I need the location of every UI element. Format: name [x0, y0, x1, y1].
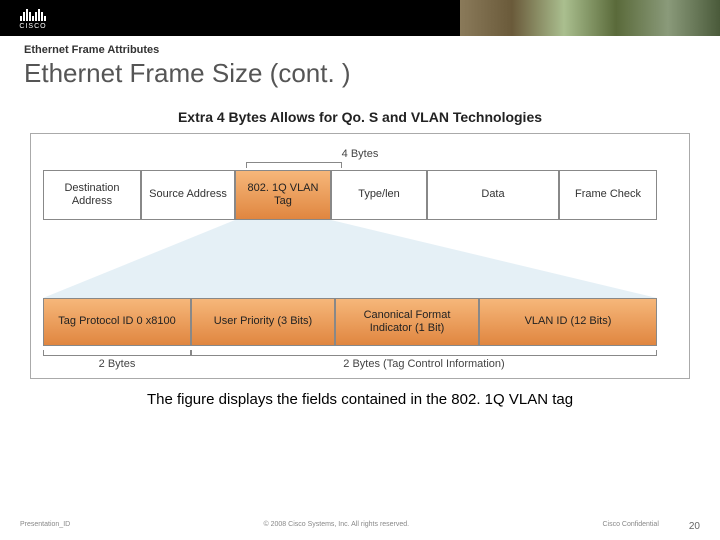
logo-bars-icon	[8, 7, 58, 21]
beam-icon	[43, 220, 677, 298]
logo-text: CISCO	[8, 23, 58, 30]
bottom-brace-1: 2 Bytes	[43, 350, 191, 370]
field-source-address: Source Address	[141, 170, 235, 220]
bottom-braces: 2 Bytes 2 Bytes (Tag Control Information…	[43, 350, 677, 370]
footer-confidential: Cisco Confidential	[602, 521, 658, 532]
figure-title: Extra 4 Bytes Allows for Qo. S and VLAN …	[30, 109, 690, 125]
field-vlan-tag: 802. 1Q VLAN Tag	[235, 170, 331, 220]
field-user-priority: User Priority (3 Bits)	[191, 298, 335, 346]
footer-page-number: 20	[689, 521, 700, 532]
field-type-len: Type/len	[331, 170, 427, 220]
field-destination-address: Destination Address	[43, 170, 141, 220]
figure-caption: The figure displays the fields contained…	[30, 391, 690, 408]
footer: Presentation_ID © 2008 Cisco Systems, In…	[0, 521, 720, 532]
bottom-brace-2-label: 2 Bytes (Tag Control Information)	[191, 358, 657, 370]
frame-figure: Extra 4 Bytes Allows for Qo. S and VLAN …	[30, 109, 690, 379]
field-cfi: Canonical Format Indicator (1 Bit)	[335, 298, 479, 346]
field-data: Data	[427, 170, 559, 220]
bottom-brace-1-label: 2 Bytes	[43, 358, 191, 370]
expansion-beam	[43, 220, 677, 298]
frame-row: Destination Address Source Address 802. …	[43, 170, 677, 220]
top-brace-icon	[43, 162, 677, 168]
header-photo-strip	[460, 0, 720, 36]
figure-body: 4 Bytes Destination Address Source Addre…	[30, 133, 690, 379]
top-brace-label: 4 Bytes	[43, 148, 677, 160]
field-frame-check: Frame Check	[559, 170, 657, 220]
footer-copyright: © 2008 Cisco Systems, Inc. All rights re…	[70, 521, 602, 532]
field-vlan-id: VLAN ID (12 Bits)	[479, 298, 657, 346]
bottom-brace-2: 2 Bytes (Tag Control Information)	[191, 350, 657, 370]
breadcrumb: Ethernet Frame Attributes	[24, 44, 720, 56]
tag-row: Tag Protocol ID 0 x8100 User Priority (3…	[43, 298, 677, 346]
footer-presentation-id: Presentation_ID	[20, 521, 70, 532]
top-bar: CISCO	[0, 0, 720, 36]
page-title: Ethernet Frame Size (cont. )	[24, 58, 720, 89]
field-tag-protocol-id: Tag Protocol ID 0 x8100	[43, 298, 191, 346]
cisco-logo: CISCO	[8, 4, 58, 32]
